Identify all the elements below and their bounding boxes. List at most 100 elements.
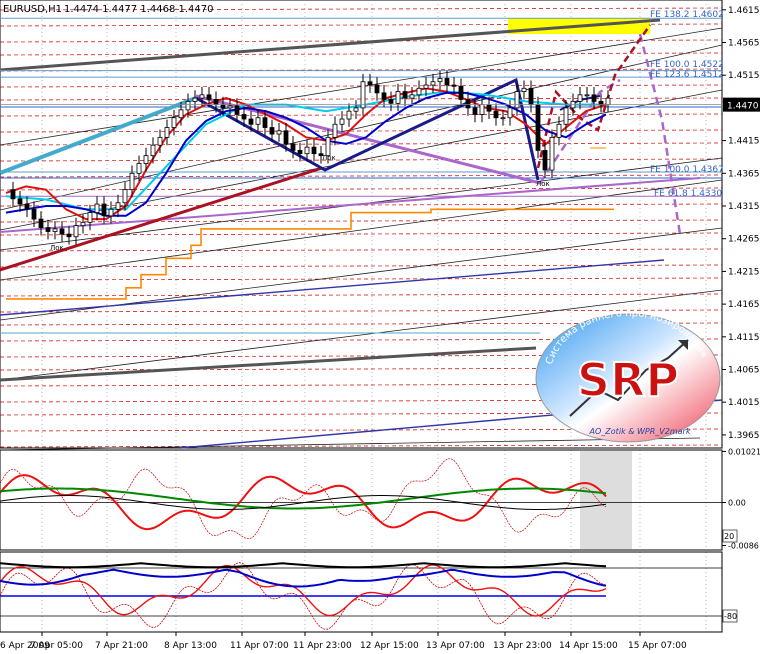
price-tick-label: 1.4115 xyxy=(728,333,760,343)
candle-body xyxy=(73,225,79,238)
price-tick-label: 1.4515 xyxy=(728,71,760,81)
candle-body xyxy=(192,97,198,102)
candle-body xyxy=(444,78,450,86)
candle-body xyxy=(304,146,310,155)
candle-body xyxy=(339,118,345,125)
candle-body xyxy=(297,150,303,155)
candle-body xyxy=(388,99,394,104)
candle-body xyxy=(486,104,492,112)
candle-body xyxy=(542,150,548,171)
price-tick-label: 1.4365 xyxy=(728,169,760,179)
fibo-label: FE 100.0 1.4367 xyxy=(650,165,724,175)
time-tick-label: 7 Apr 05:00 xyxy=(30,641,83,651)
fibo-label: FE 123.6 1.4512 xyxy=(650,70,724,80)
candle-body xyxy=(591,94,597,102)
candle-body xyxy=(451,84,457,87)
candle-body xyxy=(535,104,541,151)
candle-body xyxy=(164,127,170,138)
candle-body xyxy=(94,203,100,213)
candle-body xyxy=(150,144,156,157)
price-tick-label: 1.3965 xyxy=(728,431,760,441)
time-tick-label: 12 Apr 15:00 xyxy=(360,641,419,651)
time-tick-label: 7 Apr 21:00 xyxy=(95,641,148,651)
candle-body xyxy=(80,221,86,227)
fibo-label: FE 100.0 1.4522 xyxy=(650,60,724,70)
candle-body xyxy=(493,110,499,119)
fibo-label: FE 61.8 1.4330 xyxy=(654,189,722,199)
logo-bottom-text: АО_Zotik & WPR_V2mark xyxy=(589,427,691,436)
candle-body xyxy=(584,94,590,97)
high-low-label: Лок xyxy=(536,180,550,188)
fibo-label: FE 138.2 1.4602 xyxy=(650,10,724,20)
price-tick-label: 1.4215 xyxy=(728,267,760,277)
candle-body xyxy=(521,87,527,92)
price-tick-label: 1.4315 xyxy=(728,202,760,212)
symbol-label: EURUSD,H1 xyxy=(3,4,62,15)
candle-body xyxy=(178,109,184,119)
candle-body xyxy=(241,114,247,120)
candle-body xyxy=(129,172,135,191)
chart-window: FE 138.2 1.4602 FE 100.0 1.4522FE 123.6 1… xyxy=(0,0,760,654)
price-tick-label: 1.4015 xyxy=(728,398,760,408)
candle-body xyxy=(353,107,359,112)
candle-body xyxy=(255,117,261,125)
candle-body xyxy=(465,99,471,109)
candle-body xyxy=(423,84,429,89)
candle-body xyxy=(101,203,107,217)
osc2-tick-label: 20 xyxy=(724,532,734,541)
candle-body xyxy=(136,163,142,174)
time-tick-label: 15 Apr 07:00 xyxy=(628,641,687,651)
candle-body xyxy=(38,218,44,228)
candle-body xyxy=(45,227,51,232)
candle-body xyxy=(66,233,72,238)
time-tick-label: 8 Apr 13:00 xyxy=(164,641,217,651)
candle-body xyxy=(325,136,331,157)
time-tick-label: 14 Apr 15:00 xyxy=(559,641,618,651)
candle-body xyxy=(283,130,289,145)
price-tick-label: 1.4165 xyxy=(728,300,760,310)
candle-body xyxy=(262,117,268,128)
candle-body xyxy=(416,87,422,96)
candle-body xyxy=(598,100,604,106)
quote-label: 1.4474 1.4477 1.4468 1.4470 xyxy=(64,4,214,15)
candle-body xyxy=(171,117,177,128)
candle-body xyxy=(59,228,65,235)
current-price-label: 1.4470 xyxy=(727,102,759,112)
candle-body xyxy=(220,104,226,109)
candle-body xyxy=(31,208,37,220)
candle-body xyxy=(577,94,583,102)
forecast-zone xyxy=(580,451,632,549)
candle-body xyxy=(381,92,387,100)
candle-body xyxy=(556,123,562,138)
osc1-tick-label: -0.0086 xyxy=(728,542,759,551)
candle-body xyxy=(290,143,296,151)
logo-main-text: SRP xyxy=(577,353,679,407)
candle-body xyxy=(276,130,282,135)
candle-body xyxy=(10,189,16,200)
candle-body xyxy=(17,198,23,205)
candle-body xyxy=(115,202,121,210)
price-tick-label: 1.4615 xyxy=(728,6,760,16)
candle-body xyxy=(458,85,464,100)
osc2-tick-label: -80 xyxy=(724,612,737,621)
candle-body xyxy=(528,87,534,106)
candle-body xyxy=(24,203,30,210)
time-tick-label: 11 Apr 07:00 xyxy=(230,641,289,651)
candle-body xyxy=(563,107,569,125)
candle-body xyxy=(472,107,478,115)
candle-body xyxy=(549,136,555,171)
candle-body xyxy=(605,97,611,106)
candle-body xyxy=(269,127,275,135)
price-tick-label: 1.4065 xyxy=(728,366,760,376)
candle-body xyxy=(507,107,513,119)
price-tick-label: 1.4565 xyxy=(728,39,760,49)
candle-body xyxy=(402,91,408,99)
time-tick-label: 11 Apr 23:00 xyxy=(293,641,352,651)
osc1-tick-label: 0.00 xyxy=(728,499,746,508)
candle-body xyxy=(157,136,163,146)
candle-body xyxy=(199,94,205,99)
candle-body xyxy=(52,228,58,232)
candle-body xyxy=(514,91,520,109)
candle-body xyxy=(437,78,443,83)
candle-body xyxy=(332,123,338,138)
